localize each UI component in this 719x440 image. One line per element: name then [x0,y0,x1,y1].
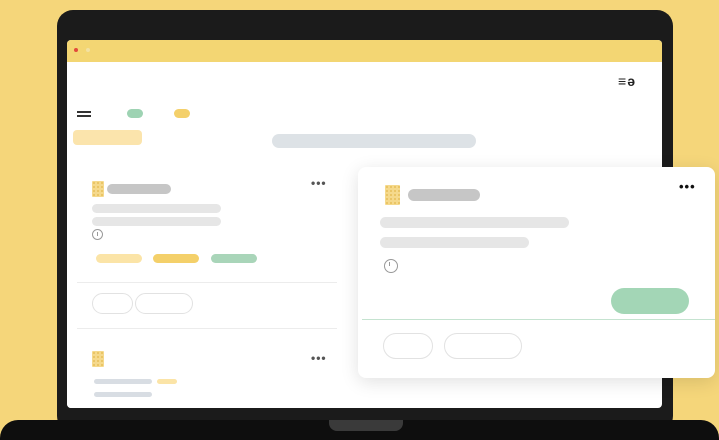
divider [77,282,337,283]
more-dots-icon[interactable]: ••• [311,176,327,190]
building-icon [92,181,104,197]
minimize-dot[interactable] [86,48,90,52]
building-icon [92,351,104,367]
action-button-placeholder[interactable] [92,293,133,314]
hamburger-icon[interactable] [77,111,91,117]
card-title-placeholder [408,189,480,201]
action-button-placeholder[interactable] [135,293,193,314]
yellow-filter-pill[interactable] [174,109,190,118]
tag-placeholder [211,254,257,263]
building-icon [385,185,400,205]
more-dots-icon[interactable]: ••• [679,179,696,194]
item-line-placeholder [92,204,221,213]
clock-icon [384,259,398,273]
close-dot[interactable] [74,48,78,52]
card-secondary-button[interactable] [383,333,433,359]
tag-placeholder [96,254,142,263]
more-dots-icon[interactable]: ••• [311,351,327,365]
primary-action-button[interactable] [611,288,689,314]
divider [77,328,337,329]
tag-placeholder [153,254,199,263]
card-line-placeholder [380,237,529,248]
brand-logo: ≡ə [618,73,636,89]
search-bar-placeholder[interactable] [272,134,476,148]
laptop-notch [329,420,403,431]
item-line-placeholder [94,379,152,384]
item-line-placeholder [92,217,221,226]
list-panel: ••• ••• [67,165,337,408]
item-title-placeholder [107,184,171,194]
detail-card: ••• [358,167,715,378]
card-line-placeholder [380,217,569,228]
card-divider [362,319,715,320]
window-titlebar [67,40,662,62]
item-line-placeholder [94,392,152,397]
tag-placeholder [157,379,177,384]
selected-tab-placeholder[interactable] [73,130,142,145]
green-filter-pill[interactable] [127,109,143,118]
clock-icon [92,229,103,240]
card-secondary-button[interactable] [444,333,522,359]
